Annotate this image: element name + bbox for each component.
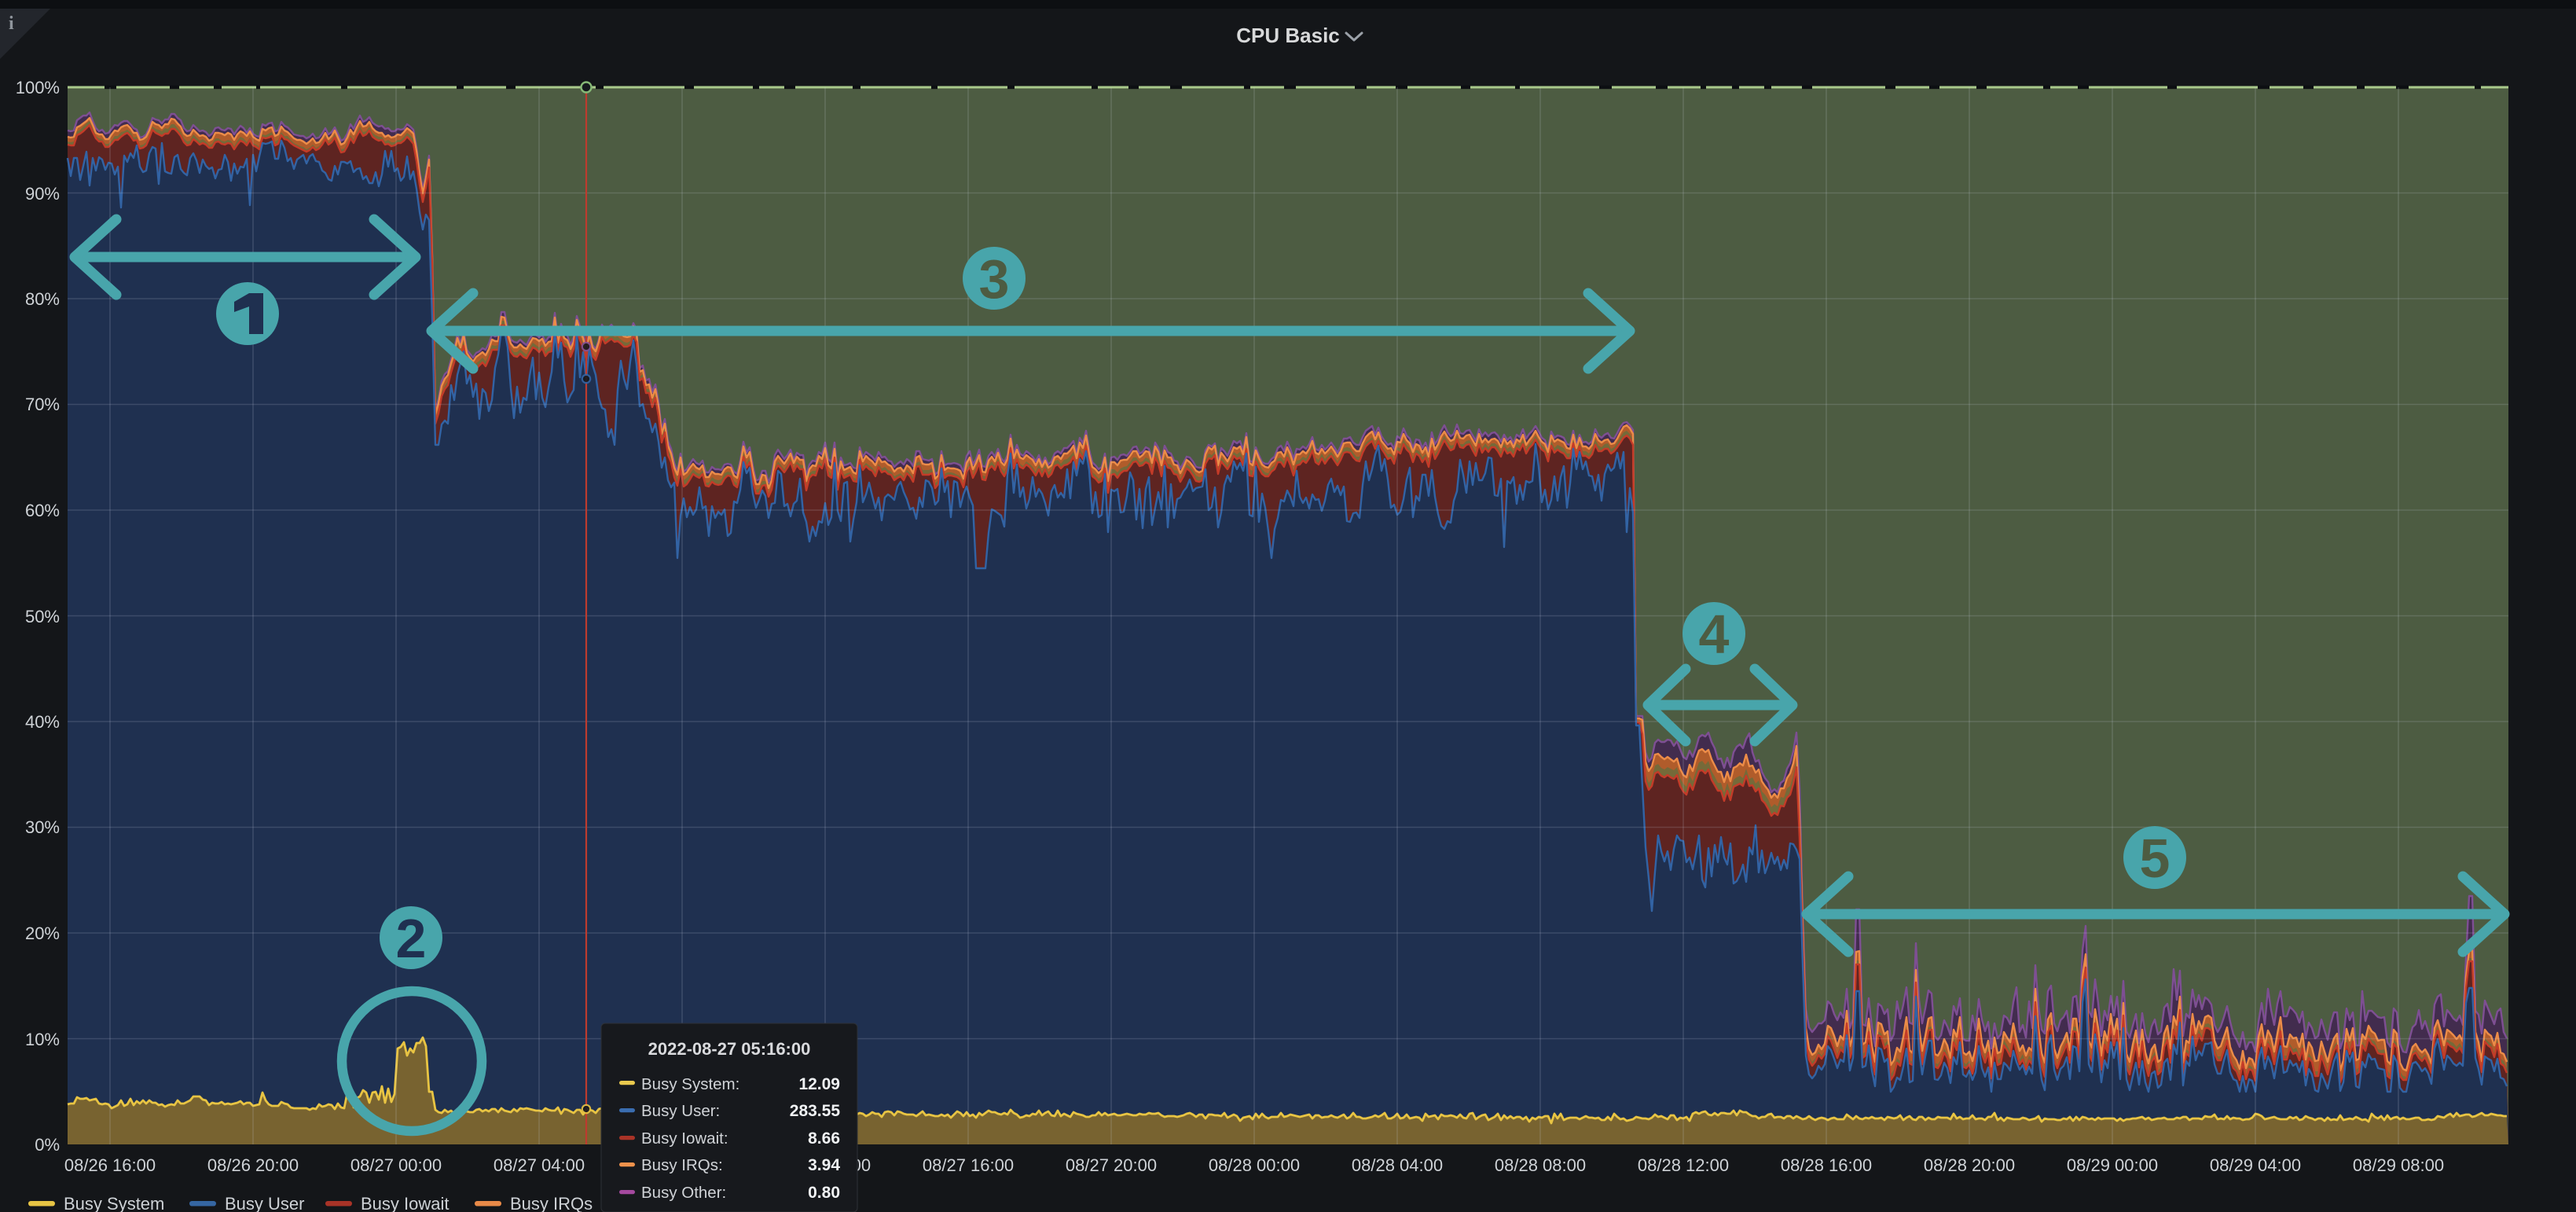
svg-text:5: 5: [2140, 828, 2171, 889]
svg-text:60%: 60%: [25, 501, 60, 520]
svg-text:70%: 70%: [25, 395, 60, 414]
svg-text:Busy IRQs:: Busy IRQs:: [641, 1156, 723, 1174]
svg-text:40%: 40%: [25, 712, 60, 732]
svg-text:Busy IRQs: Busy IRQs: [510, 1194, 593, 1212]
svg-text:Busy System:: Busy System:: [641, 1075, 739, 1093]
svg-text:2022-08-27 05:16:00: 2022-08-27 05:16:00: [648, 1039, 811, 1059]
svg-text:Busy Iowait: Busy Iowait: [361, 1194, 450, 1212]
svg-text:12.09: 12.09: [798, 1075, 840, 1093]
svg-text:20%: 20%: [25, 924, 60, 943]
svg-text:3.94: 3.94: [808, 1156, 840, 1174]
svg-text:8.66: 8.66: [808, 1129, 840, 1148]
svg-text:50%: 50%: [25, 607, 60, 626]
svg-text:08/28 16:00: 08/28 16:00: [1781, 1155, 1872, 1175]
svg-text:08/27 16:00: 08/27 16:00: [923, 1155, 1014, 1175]
svg-text:Busy System: Busy System: [64, 1194, 164, 1212]
svg-text:0.80: 0.80: [808, 1184, 840, 1202]
svg-text:08/29 08:00: 08/29 08:00: [2353, 1155, 2444, 1175]
svg-text:Busy User:: Busy User:: [641, 1102, 720, 1120]
svg-text:80%: 80%: [25, 289, 60, 309]
svg-text:CPU Basic: CPU Basic: [1236, 24, 1340, 47]
svg-text:08/28 12:00: 08/28 12:00: [1638, 1155, 1729, 1175]
svg-text:100%: 100%: [16, 78, 60, 97]
svg-text:08/27 20:00: 08/27 20:00: [1066, 1155, 1157, 1175]
svg-text:283.55: 283.55: [790, 1102, 841, 1120]
svg-text:08/29 00:00: 08/29 00:00: [2067, 1155, 2158, 1175]
svg-text:08/28 00:00: 08/28 00:00: [1209, 1155, 1300, 1175]
svg-text:Busy Iowait:: Busy Iowait:: [641, 1129, 728, 1148]
svg-text:30%: 30%: [25, 817, 60, 837]
svg-text:08/26 16:00: 08/26 16:00: [64, 1155, 156, 1175]
svg-text:Busy Other:: Busy Other:: [641, 1184, 726, 1202]
svg-text:08/27 00:00: 08/27 00:00: [350, 1155, 442, 1175]
svg-text:2: 2: [396, 908, 427, 969]
svg-text:08/28 04:00: 08/28 04:00: [1352, 1155, 1443, 1175]
svg-text:10%: 10%: [25, 1030, 60, 1049]
svg-text:i: i: [9, 13, 14, 34]
svg-text:08/28 20:00: 08/28 20:00: [1924, 1155, 2015, 1175]
svg-text:3: 3: [979, 248, 1010, 310]
svg-text:08/26 20:00: 08/26 20:00: [207, 1155, 299, 1175]
svg-text:08/28 08:00: 08/28 08:00: [1495, 1155, 1586, 1175]
svg-text:08/29 04:00: 08/29 04:00: [2210, 1155, 2301, 1175]
svg-text:Busy User: Busy User: [225, 1194, 304, 1212]
svg-text:08/27 04:00: 08/27 04:00: [494, 1155, 585, 1175]
svg-text:90%: 90%: [25, 184, 60, 204]
svg-text:0%: 0%: [35, 1135, 60, 1155]
svg-text:4: 4: [1699, 604, 1730, 665]
